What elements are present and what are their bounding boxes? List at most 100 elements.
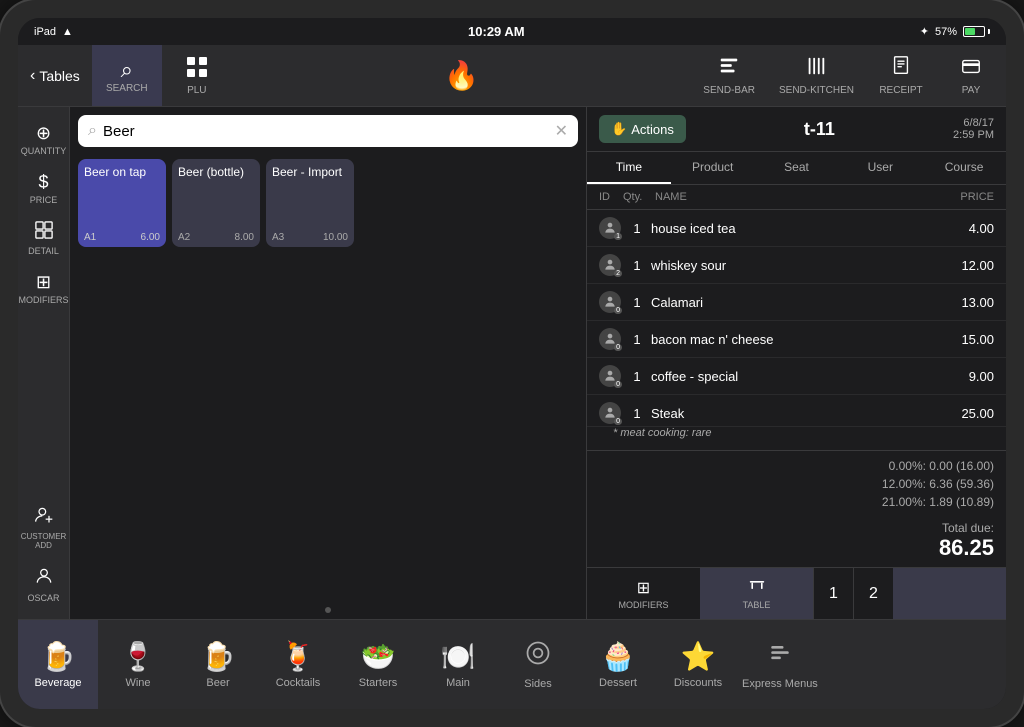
product-code: A3 [272,232,284,243]
order-item[interactable]: 0 1 Calamari 13.00 [587,284,1006,321]
oscar-icon [34,566,54,591]
bluetooth-icon: ✦ [920,25,929,38]
category-label: Dessert [599,677,637,689]
battery-indicator [963,26,990,37]
col-header-price: PRICE [934,191,994,203]
order-columns: ID Qty. NAME PRICE [587,185,1006,210]
actions-button[interactable]: ✋ Actions [599,115,686,143]
total-due-row: Total due: 86.25 [587,517,1006,567]
back-chevron-icon: ‹ [30,67,35,85]
sidebar-item-detail[interactable]: DETAIL [18,213,69,264]
category-sides[interactable]: Sides [498,620,578,709]
order-tabs: Time Product Seat User Course [587,152,1006,185]
sidebar-item-oscar[interactable]: OSCAR [18,558,70,611]
sidebar-item-quantity[interactable]: ⊕ QUANTITY [18,115,69,164]
sidebar-item-customer-add[interactable]: CUSTOMER ADD [18,497,70,558]
order-item[interactable]: 1 1 house iced tea 4.00 [587,210,1006,247]
plu-icon [185,55,209,85]
item-name: coffee - special [647,369,938,384]
battery-pct: 57% [935,26,957,38]
footer-seat-2[interactable]: 2 [853,568,893,619]
category-cocktails[interactable]: 🍹 Cocktails [258,620,338,709]
back-button[interactable]: ‹ Tables [18,67,92,85]
item-price: 13.00 [938,295,994,310]
beverage-icon: 🍺 [41,640,76,673]
send-bar-button[interactable]: SEND-BAR [691,45,767,107]
order-item[interactable]: 0 1 bacon mac n' cheese 15.00 [587,321,1006,358]
footer-table-icon [749,577,765,598]
main-icon: 🍽️ [441,640,476,673]
status-bar: iPad ▲ 10:29 AM ✦ 57% [18,18,1006,45]
beer-icon: 🍺 [201,640,236,673]
discounts-icon: ⭐ [681,640,716,673]
cocktails-icon: 🍹 [281,640,316,673]
category-wine[interactable]: 🍷 Wine [98,620,178,709]
order-date-time: 6/8/17 2:59 PM [953,117,994,141]
express-menus-icon [766,639,794,674]
modifiers-icon: ⊞ [36,272,51,293]
sidebar-item-modifiers[interactable]: ⊞ MODIFIERS [18,264,69,313]
category-express-menus[interactable]: Express Menus [738,620,822,709]
send-kitchen-button[interactable]: SEND-KITCHEN [767,45,866,107]
customer-add-label: CUSTOMER ADD [21,532,67,550]
item-name: Calamari [647,295,938,310]
product-card-beer-import[interactable]: Beer - Import A3 10.00 [266,159,354,247]
detail-label: DETAIL [28,246,59,256]
footer-seat-1[interactable]: 1 [813,568,853,619]
category-starters[interactable]: 🥗 Starters [338,620,418,709]
footer-tab-modifiers[interactable]: ⊞ MODIFIERS [587,568,700,619]
carrier-label: iPad [34,26,56,38]
footer-seat-1-label: 1 [829,585,838,603]
item-name: house iced tea [647,221,938,236]
category-beer[interactable]: 🍺 Beer [178,620,258,709]
pay-button[interactable]: PAY [936,45,1006,107]
plu-toolbar-button[interactable]: PLU [162,45,232,106]
item-price: 15.00 [938,332,994,347]
price-label: PRICE [30,195,58,205]
back-label: Tables [39,68,79,84]
oscar-label: OSCAR [28,593,60,603]
product-name: Beer - Import [272,165,348,179]
actions-label: Actions [631,122,674,137]
search-clear-button[interactable]: ✕ [555,121,568,141]
product-card-beer-bottle[interactable]: Beer (bottle) A2 8.00 [172,159,260,247]
order-time: 2:59 PM [953,129,994,141]
category-main[interactable]: 🍽️ Main [418,620,498,709]
product-card-beer-on-tap[interactable]: Beer on tap A1 6.00 [78,159,166,247]
order-panel: ✋ Actions t-11 6/8/17 2:59 PM Time Produ… [586,107,1006,619]
item-price: 12.00 [938,258,994,273]
order-item[interactable]: 2 1 whiskey sour 12.00 [587,247,1006,284]
category-discounts[interactable]: ⭐ Discounts [658,620,738,709]
search-input[interactable] [103,123,549,140]
receipt-button[interactable]: RECEIPT [866,45,936,107]
detail-icon [35,221,53,244]
col-header-name: NAME [655,191,934,203]
tab-seat[interactable]: Seat [755,152,839,184]
tab-product[interactable]: Product [671,152,755,184]
plu-label: PLU [187,85,206,96]
send-kitchen-icon [805,55,827,83]
top-toolbar: ‹ Tables ⌕ SEARCH PLU 🔥 [18,45,1006,107]
tab-course[interactable]: Course [922,152,1006,184]
tab-time[interactable]: Time [587,152,671,184]
footer-tab-table[interactable]: TABLE [700,568,813,619]
wine-icon: 🍷 [121,640,156,673]
status-time: 10:29 AM [468,24,525,39]
product-area: ⌕ ✕ Beer on tap A1 6.00 Beer (bottle) [70,107,586,619]
search-toolbar-button[interactable]: ⌕ SEARCH [92,45,162,106]
category-beverage[interactable]: 🍺 Beverage [18,620,98,709]
total-due-label: Total due: [939,521,994,535]
left-sidebar: ⊕ QUANTITY $ PRICE [18,107,70,619]
product-name: Beer on tap [84,165,160,179]
total-line-3: 21.00%: 1.89 (10.89) [599,493,994,511]
seat-avatar: 0 [599,402,621,424]
item-qty: 1 [627,369,647,384]
order-totals: 0.00%: 0.00 (16.00) 12.00%: 6.36 (59.36)… [587,450,1006,517]
item-price: 4.00 [938,221,994,236]
category-dessert[interactable]: 🧁 Dessert [578,620,658,709]
tab-user[interactable]: User [838,152,922,184]
sidebar-item-price[interactable]: $ PRICE [18,164,69,213]
order-item-with-note[interactable]: 0 1 Steak 25.00 * meat cooking: rare [587,395,1006,443]
main-content: ⊕ QUANTITY $ PRICE [18,107,1006,619]
order-item[interactable]: 0 1 coffee - special 9.00 [587,358,1006,395]
